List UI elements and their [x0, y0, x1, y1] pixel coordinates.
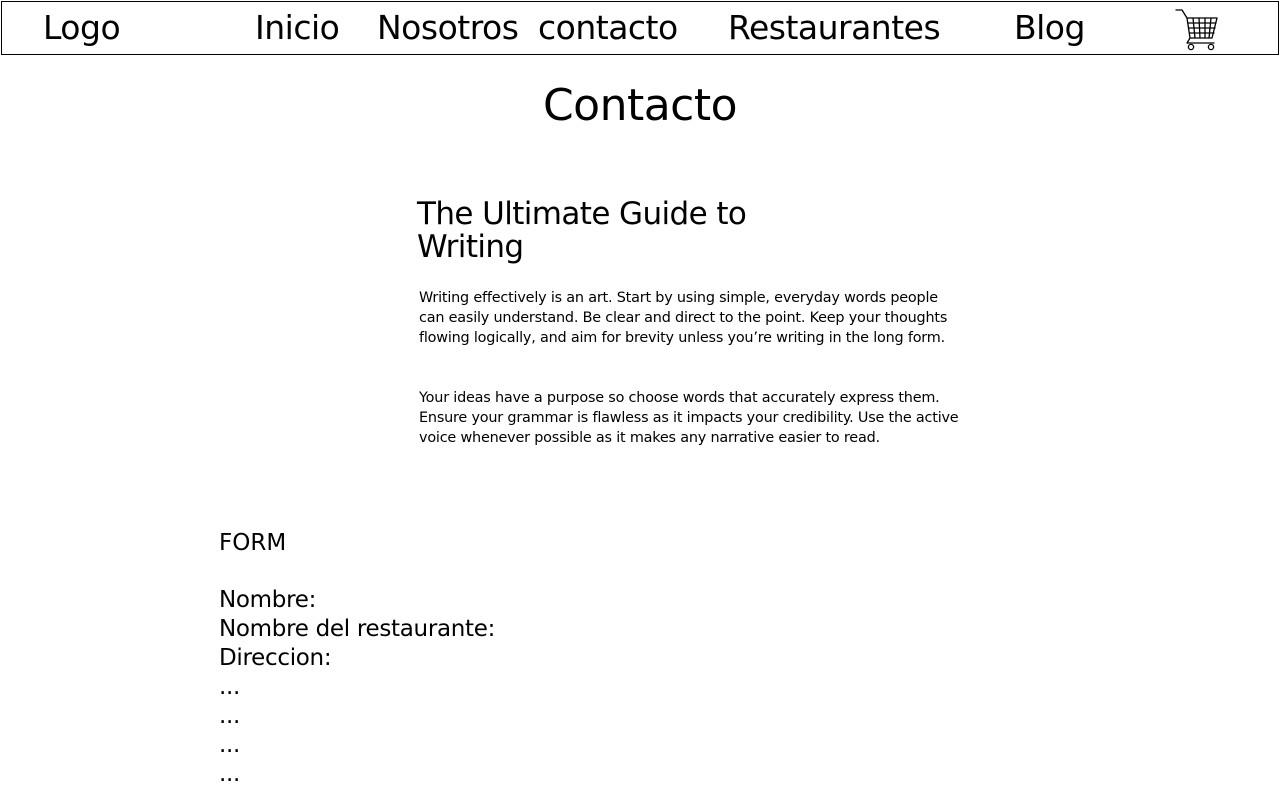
form-field-placeholder: ...	[219, 674, 241, 700]
form-field-placeholder: ...	[219, 761, 241, 787]
nav-item-inicio[interactable]: Inicio	[255, 6, 340, 50]
page: Logo Inicio Nosotros contacto Restaurant…	[0, 0, 1280, 800]
form-field-direccion[interactable]: Direccion:	[219, 644, 332, 673]
article-paragraph: Your ideas have a purpose so choose word…	[419, 390, 959, 446]
form-label: FORM	[219, 530, 287, 556]
article-heading: The Ultimate Guide to Writing	[417, 196, 747, 265]
form-field-nombre-restaurante[interactable]: Nombre del restaurante:	[219, 615, 495, 644]
page-title: Contacto	[542, 80, 738, 131]
nav-item-contacto[interactable]: contacto	[538, 6, 678, 50]
form-field-nombre[interactable]: Nombre:	[219, 586, 316, 615]
logo[interactable]: Logo	[43, 6, 121, 50]
nav-item-nosotros[interactable]: Nosotros	[377, 6, 519, 50]
nav-item-restaurantes[interactable]: Restaurantes	[728, 6, 941, 50]
nav-item-blog[interactable]: Blog	[1014, 6, 1085, 50]
shopping-cart-icon[interactable]	[1174, 7, 1220, 51]
top-navbar: Logo Inicio Nosotros contacto Restaurant…	[1, 1, 1279, 55]
form-field-placeholder: ...	[219, 703, 241, 729]
article-paragraph: Writing effectively is an art. Start by …	[419, 290, 948, 346]
form-field-placeholder: ...	[219, 732, 241, 758]
